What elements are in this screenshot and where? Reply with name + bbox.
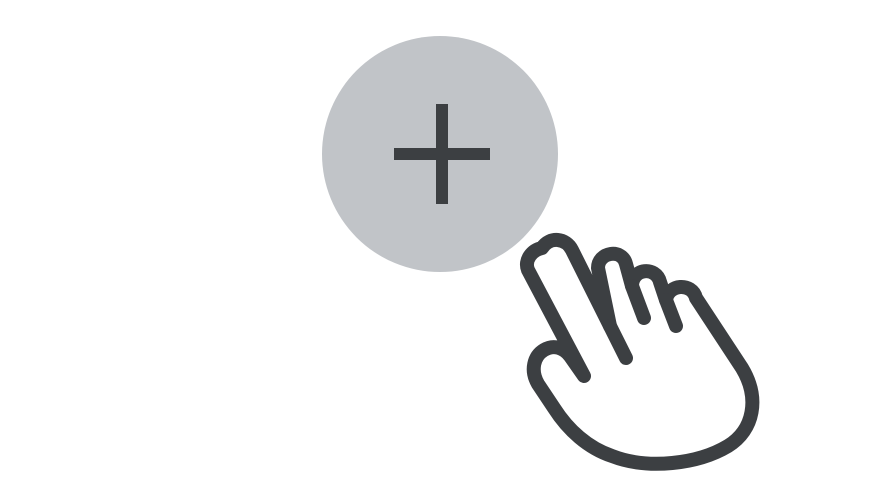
canvas: [0, 0, 888, 500]
add-button[interactable]: [322, 36, 558, 272]
add-button-circle: [322, 36, 558, 272]
